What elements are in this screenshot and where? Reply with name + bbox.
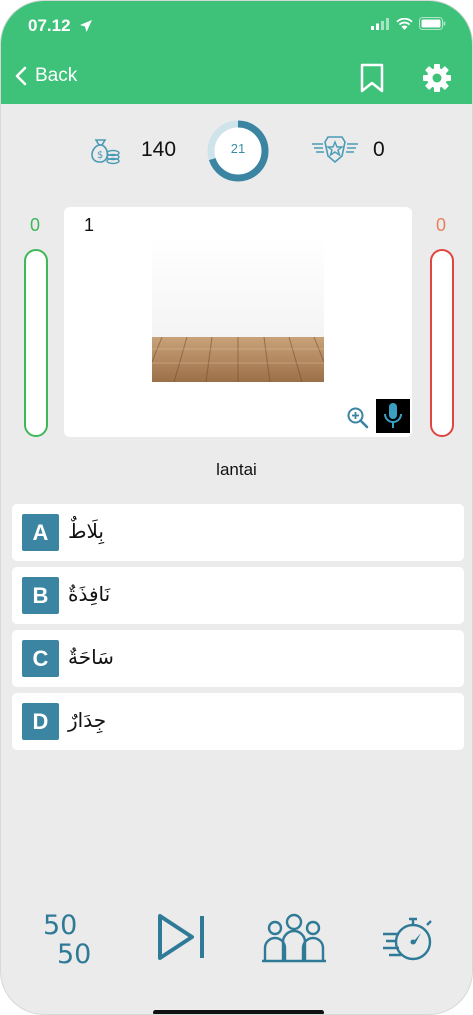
status-time: 07.12 [28, 16, 93, 36]
question-number: 1 [84, 215, 95, 235]
option-a[interactable]: A بِلَاطٌ [12, 504, 464, 561]
star-badge-icon [312, 136, 358, 164]
timer-value: 21 [230, 141, 246, 156]
option-letter: C [22, 640, 59, 677]
lifeline-bar: 50 50 [1, 906, 472, 976]
option-c[interactable]: C سَاحَةٌ [12, 630, 464, 687]
option-letter: B [22, 577, 59, 614]
wrong-count: 0 [435, 215, 446, 235]
wifi-icon [396, 17, 413, 30]
wrong-meter [430, 249, 454, 437]
chevron-left-icon [15, 66, 27, 86]
option-letter: A [22, 514, 59, 551]
option-b[interactable]: B نَافِذَةٌ [12, 567, 464, 624]
home-indicator [153, 1010, 324, 1014]
svg-text:$: $ [97, 150, 103, 161]
zoom-in-icon[interactable] [346, 406, 370, 430]
score-count: 0 [373, 138, 385, 161]
timer-boost-icon[interactable] [381, 906, 437, 966]
status-icons [371, 17, 446, 30]
svg-text:50: 50 [57, 939, 91, 966]
option-text: نَافِذَةٌ [68, 582, 111, 606]
option-text: سَاحَةٌ [68, 645, 114, 669]
floor-image [152, 237, 324, 382]
battery-icon [419, 17, 446, 30]
question-word: lantai [216, 460, 257, 479]
microphone-icon [384, 403, 402, 428]
phone-screen: 07.12 Back $ 140 21 0 0 0 1 lantai A بِل… [0, 0, 473, 1015]
back-label: Back [35, 65, 78, 86]
option-letter: D [22, 703, 59, 740]
back-button[interactable]: Back [15, 65, 77, 87]
gear-icon[interactable] [422, 63, 452, 93]
stats-row: $ 140 21 0 [1, 119, 472, 182]
correct-count: 0 [29, 215, 40, 235]
svg-text:50: 50 [43, 910, 77, 941]
status-time-text: 07.12 [28, 16, 71, 35]
skip-icon[interactable] [156, 906, 208, 966]
money-bag-icon: $ [91, 139, 120, 165]
fifty-fifty-icon[interactable]: 50 50 [41, 906, 97, 966]
option-text: بِلَاطٌ [68, 519, 104, 543]
answer-options: A بِلَاطٌ B نَافِذَةٌ C سَاحَةٌ D جِدَار… [12, 504, 464, 756]
signal-icon [371, 17, 389, 30]
audience-icon[interactable] [261, 906, 327, 966]
coin-count: 140 [141, 138, 177, 161]
option-d[interactable]: D جِدَارٌ [12, 693, 464, 750]
question-card: 1 [64, 207, 412, 437]
mic-button[interactable] [376, 399, 410, 433]
location-icon [80, 20, 93, 32]
header-bar: 07.12 Back [1, 1, 472, 104]
option-text: جِدَارٌ [68, 708, 107, 732]
bookmark-icon[interactable] [359, 63, 385, 93]
correct-meter [24, 249, 48, 437]
